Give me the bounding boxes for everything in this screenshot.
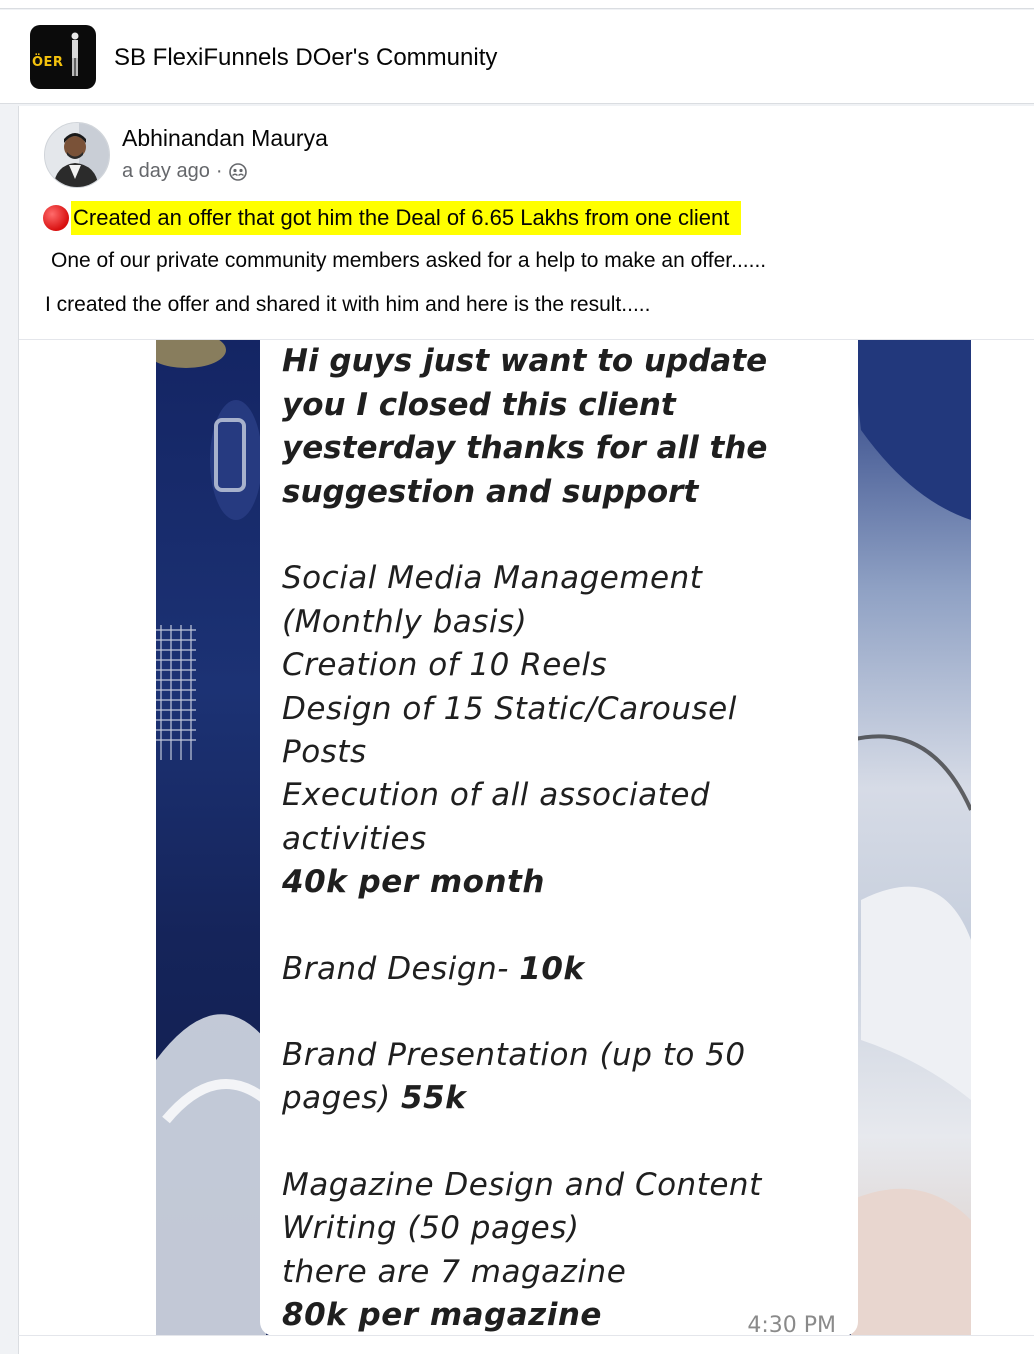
post-body-line-1: One of our private community members ask… xyxy=(51,249,767,272)
magazine-line: Writing (50 pages) xyxy=(282,1210,580,1247)
service-line: Social Media Management xyxy=(282,560,703,597)
group-audience-icon[interactable] xyxy=(228,162,247,181)
post-time[interactable]: a day ago xyxy=(122,160,210,183)
service-line: Design of 15 Static/Carousel xyxy=(282,690,737,727)
background-decoration xyxy=(156,340,270,1336)
magazine-line: Magazine Design and Content xyxy=(282,1166,762,1203)
group-header: ÖER SB FlexiFunnels DOer's Community xyxy=(0,10,1034,104)
avatar[interactable] xyxy=(44,122,110,188)
message-intro-line: you I closed this client xyxy=(282,386,676,423)
red-circle-icon xyxy=(43,205,69,231)
chat-message-text: Hi guys just want to update you I closed… xyxy=(282,340,842,1336)
group-logo-text: ÖER xyxy=(32,55,64,70)
group-name[interactable]: SB FlexiFunnels DOer's Community xyxy=(114,44,497,72)
service-line: Creation of 10 Reels xyxy=(282,647,608,684)
message-intro-line: suggestion and support xyxy=(282,473,699,510)
service-line: Posts xyxy=(282,734,367,770)
post-image[interactable]: Hi guys just want to update you I closed… xyxy=(156,340,971,1336)
message-timestamp: 4:30 PM xyxy=(747,1313,836,1336)
service-line: activities xyxy=(282,820,427,857)
post-meta: a day ago · xyxy=(122,160,247,183)
service-price: 40k per month xyxy=(282,864,545,901)
post-card: Abhinandan Maurya a day ago · Created an… xyxy=(18,106,1034,1354)
message-intro-line: Hi guys just want to update xyxy=(282,343,768,379)
brand-presentation-line: Brand Presentation (up to 50 xyxy=(282,1037,746,1074)
service-line: (Monthly basis) xyxy=(282,603,528,640)
background-decoration-right xyxy=(850,340,971,1336)
chat-message-bubble: Hi guys just want to update you I closed… xyxy=(260,340,858,1336)
brand-design-label: Brand Design- xyxy=(282,950,520,987)
card-bottom-divider xyxy=(18,1335,1034,1336)
person-figure-icon xyxy=(71,32,79,76)
post-headline: Created an offer that got him the Deal o… xyxy=(43,200,742,236)
post-body-line-2: I created the offer and shared it with h… xyxy=(45,293,651,316)
image-background-right xyxy=(850,340,971,1336)
brand-presentation-label: pages) xyxy=(282,1080,402,1117)
brand-presentation-price: 55k xyxy=(401,1080,467,1117)
service-line: Execution of all associated xyxy=(282,777,711,814)
image-background-left xyxy=(156,340,270,1336)
brand-presentation-price-line: pages) 55k xyxy=(282,1077,842,1120)
group-logo[interactable]: ÖER xyxy=(30,25,96,89)
headline-text: Created an offer that got him the Deal o… xyxy=(71,201,742,235)
message-intro-line: yesterday thanks for all the xyxy=(282,430,768,467)
brand-design-line: Brand Design- 10k xyxy=(282,948,842,991)
meta-separator: · xyxy=(215,160,223,182)
magazine-line: there are 7 magazine xyxy=(282,1253,627,1290)
author-name[interactable]: Abhinandan Maurya xyxy=(122,125,328,152)
brand-design-price: 10k xyxy=(519,950,585,987)
person-avatar-icon xyxy=(45,123,109,187)
top-bar xyxy=(0,0,1034,9)
